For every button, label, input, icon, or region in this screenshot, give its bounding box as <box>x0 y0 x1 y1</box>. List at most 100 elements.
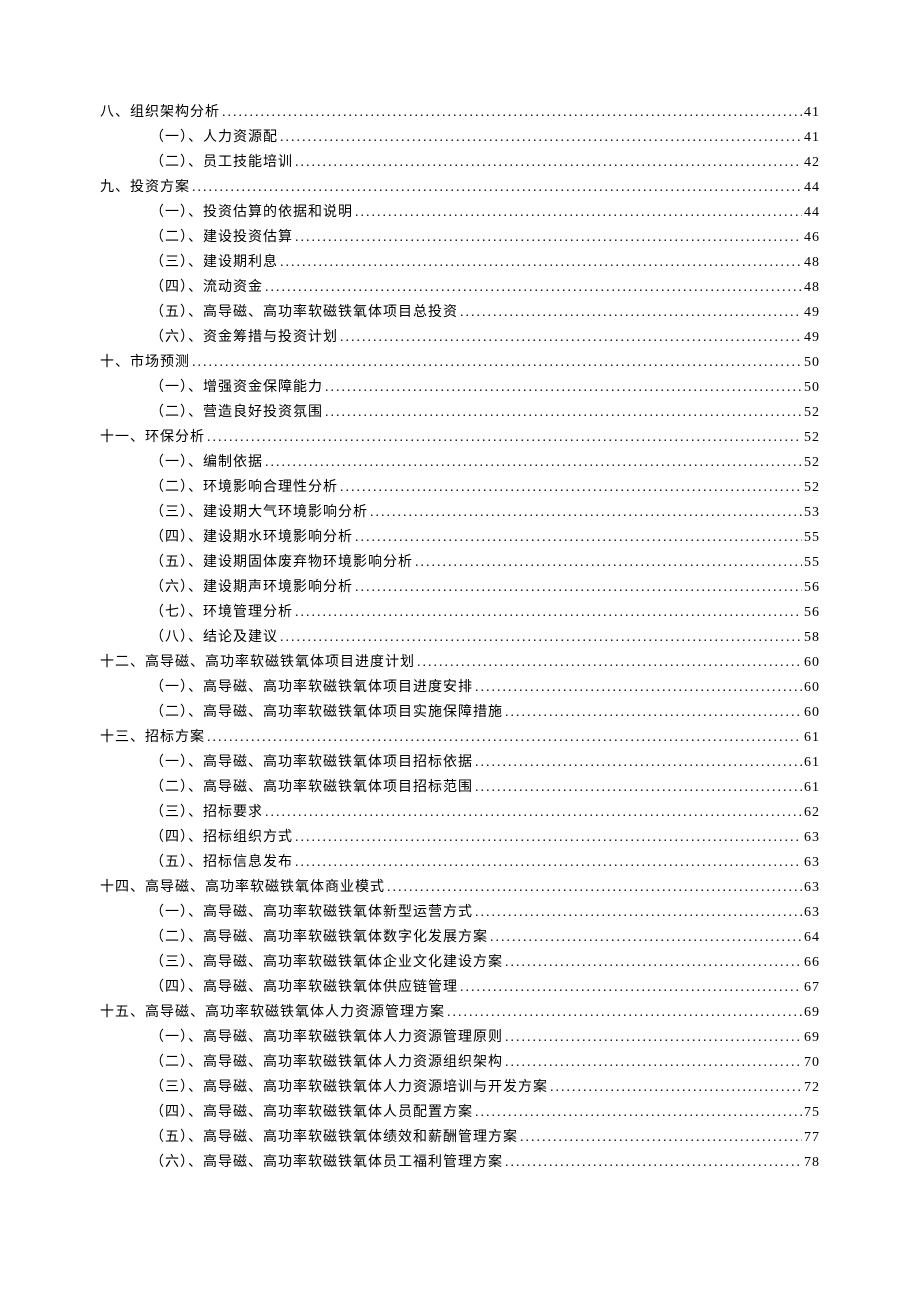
toc-entry-page: 55 <box>804 525 820 550</box>
toc-dot-leader <box>490 925 802 950</box>
toc-dot-leader <box>387 875 802 900</box>
toc-entry-label: （一）、高导磁、高功率软磁铁氧体新型运营方式 <box>150 900 473 925</box>
toc-entry-page: 63 <box>804 875 820 900</box>
toc-entry-page: 63 <box>804 850 820 875</box>
toc-entry-page: 67 <box>804 975 820 1000</box>
toc-entry-label: （二）、营造良好投资氛围 <box>150 400 323 425</box>
toc-entry[interactable]: 十五、高导磁、高功率软磁铁氧体人力资源管理方案69 <box>100 1000 820 1025</box>
toc-entry[interactable]: （一）、高导磁、高功率软磁铁氧体项目进度安排60 <box>150 675 820 700</box>
toc-entry[interactable]: （一）、人力资源配41 <box>150 125 820 150</box>
toc-entry[interactable]: （七）、环境管理分析56 <box>150 600 820 625</box>
toc-entry-page: 50 <box>804 350 820 375</box>
toc-dot-leader <box>475 1100 802 1125</box>
toc-entry-label: （三）、建设期利息 <box>150 250 278 275</box>
toc-entry[interactable]: （二）、高导磁、高功率软磁铁氧体项目招标范围61 <box>150 775 820 800</box>
toc-entry-label: （一）、高导磁、高功率软磁铁氧体项目进度安排 <box>150 675 473 700</box>
toc-dot-leader <box>460 975 802 1000</box>
toc-entry-page: 44 <box>804 175 820 200</box>
toc-entry-page: 62 <box>804 800 820 825</box>
toc-entry-label: （八）、结论及建议 <box>150 625 278 650</box>
toc-dot-leader <box>207 425 802 450</box>
toc-entry[interactable]: （一）、增强资金保障能力50 <box>150 375 820 400</box>
toc-entry-label: （四）、建设期水环境影响分析 <box>150 525 353 550</box>
toc-entry[interactable]: （八）、结论及建议58 <box>150 625 820 650</box>
toc-entry-page: 41 <box>804 125 820 150</box>
toc-entry[interactable]: 十一、环保分析52 <box>100 425 820 450</box>
toc-dot-leader <box>295 825 802 850</box>
toc-entry[interactable]: （五）、建设期固体废弃物环境影响分析55 <box>150 550 820 575</box>
toc-entry-page: 66 <box>804 950 820 975</box>
toc-entry[interactable]: 九、投资方案44 <box>100 175 820 200</box>
toc-entry[interactable]: （一）、高导磁、高功率软磁铁氧体人力资源管理原则69 <box>150 1025 820 1050</box>
toc-entry-page: 48 <box>804 250 820 275</box>
toc-entry[interactable]: （二）、建设投资估算46 <box>150 225 820 250</box>
toc-entry[interactable]: （四）、招标组织方式63 <box>150 825 820 850</box>
toc-entry[interactable]: （三）、招标要求62 <box>150 800 820 825</box>
toc-entry-label: （一）、投资估算的依据和说明 <box>150 200 353 225</box>
toc-entry-label: （三）、高导磁、高功率软磁铁氧体企业文化建设方案 <box>150 950 503 975</box>
toc-entry[interactable]: （五）、高导磁、高功率软磁铁氧体项目总投资49 <box>150 300 820 325</box>
toc-entry[interactable]: （三）、建设期大气环境影响分析53 <box>150 500 820 525</box>
toc-entry-page: 46 <box>804 225 820 250</box>
toc-entry-label: （一）、高导磁、高功率软磁铁氧体人力资源管理原则 <box>150 1025 503 1050</box>
toc-entry[interactable]: （二）、高导磁、高功率软磁铁氧体项目实施保障措施60 <box>150 700 820 725</box>
toc-dot-leader <box>295 225 802 250</box>
toc-dot-leader <box>505 1150 802 1175</box>
toc-entry[interactable]: （四）、高导磁、高功率软磁铁氧体人员配置方案75 <box>150 1100 820 1125</box>
toc-entry-page: 53 <box>804 500 820 525</box>
toc-entry[interactable]: （一）、编制依据52 <box>150 450 820 475</box>
toc-entry[interactable]: （五）、招标信息发布63 <box>150 850 820 875</box>
toc-entry[interactable]: （三）、高导磁、高功率软磁铁氧体人力资源培训与开发方案72 <box>150 1075 820 1100</box>
toc-dot-leader <box>340 475 802 500</box>
toc-dot-leader <box>295 150 802 175</box>
toc-entry[interactable]: （三）、高导磁、高功率软磁铁氧体企业文化建设方案 66 <box>150 950 820 975</box>
toc-entry-label: （二）、环境影响合理性分析 <box>150 475 338 500</box>
toc-entry[interactable]: （四）、建设期水环境影响分析 55 <box>150 525 820 550</box>
toc-entry[interactable]: （四）、高导磁、高功率软磁铁氧体供应链管理67 <box>150 975 820 1000</box>
toc-entry-label: （六）、资金筹措与投资计划 <box>150 325 338 350</box>
toc-entry-label: （一）、增强资金保障能力 <box>150 375 323 400</box>
toc-entry-label: （二）、员工技能培训 <box>150 150 293 175</box>
toc-entry[interactable]: （二）、员工技能培训42 <box>150 150 820 175</box>
toc-dot-leader <box>265 450 802 475</box>
toc-entry-label: （一）、编制依据 <box>150 450 263 475</box>
toc-entry[interactable]: 十三、招标方案61 <box>100 725 820 750</box>
toc-entry[interactable]: （五）、高导磁、高功率软磁铁氧体绩效和薪酬管理方案77 <box>150 1125 820 1150</box>
toc-dot-leader <box>355 200 802 225</box>
toc-entry[interactable]: 十、市场预测 50 <box>100 350 820 375</box>
toc-entry[interactable]: （一）、投资估算的依据和说明44 <box>150 200 820 225</box>
toc-entry[interactable]: 十二、高导磁、高功率软磁铁氧体项目进度计划60 <box>100 650 820 675</box>
toc-entry[interactable]: （二）、环境影响合理性分析52 <box>150 475 820 500</box>
toc-entry[interactable]: （六）、建设期声环境影响分析 56 <box>150 575 820 600</box>
toc-entry-label: （六）、高导磁、高功率软磁铁氧体员工福利管理方案 <box>150 1150 503 1175</box>
toc-entry[interactable]: （四）、流动资金48 <box>150 275 820 300</box>
toc-dot-leader <box>505 1025 802 1050</box>
toc-container: 八、组织架构分析41（一）、人力资源配41（二）、员工技能培训42九、投资方案4… <box>100 100 820 1175</box>
toc-dot-leader <box>550 1075 802 1100</box>
toc-entry-page: 61 <box>804 775 820 800</box>
toc-entry[interactable]: （二）、营造良好投资氛围52 <box>150 400 820 425</box>
toc-entry[interactable]: （一）、高导磁、高功率软磁铁氧体项目招标依据61 <box>150 750 820 775</box>
toc-entry[interactable]: （三）、建设期利息 48 <box>150 250 820 275</box>
toc-entry-page: 77 <box>804 1125 820 1150</box>
toc-entry-label: （二）、高导磁、高功率软磁铁氧体项目实施保障措施 <box>150 700 503 725</box>
toc-entry-page: 49 <box>804 325 820 350</box>
toc-entry[interactable]: （一）、高导磁、高功率软磁铁氧体新型运营方式63 <box>150 900 820 925</box>
toc-entry-page: 56 <box>804 600 820 625</box>
toc-entry[interactable]: 十四、高导磁、高功率软磁铁氧体商业模式 63 <box>100 875 820 900</box>
toc-entry[interactable]: （二）、高导磁、高功率软磁铁氧体人力资源组织架构70 <box>150 1050 820 1075</box>
toc-entry[interactable]: （六）、资金筹措与投资计划 49 <box>150 325 820 350</box>
toc-entry[interactable]: 八、组织架构分析41 <box>100 100 820 125</box>
toc-dot-leader <box>475 775 802 800</box>
toc-entry-label: （五）、建设期固体废弃物环境影响分析 <box>150 550 413 575</box>
toc-entry-label: 十四、高导磁、高功率软磁铁氧体商业模式 <box>100 875 385 900</box>
toc-entry[interactable]: （六）、高导磁、高功率软磁铁氧体员工福利管理方案78 <box>150 1150 820 1175</box>
toc-entry-page: 60 <box>804 650 820 675</box>
toc-entry-label: 十、市场预测 <box>100 350 190 375</box>
toc-entry-label: （六）、建设期声环境影响分析 <box>150 575 353 600</box>
toc-entry-label: （一）、高导磁、高功率软磁铁氧体项目招标依据 <box>150 750 473 775</box>
toc-dot-leader <box>295 850 802 875</box>
toc-entry-page: 64 <box>804 925 820 950</box>
toc-entry-page: 56 <box>804 575 820 600</box>
toc-entry[interactable]: （二）、高导磁、高功率软磁铁氧体数字化发展方案64 <box>150 925 820 950</box>
